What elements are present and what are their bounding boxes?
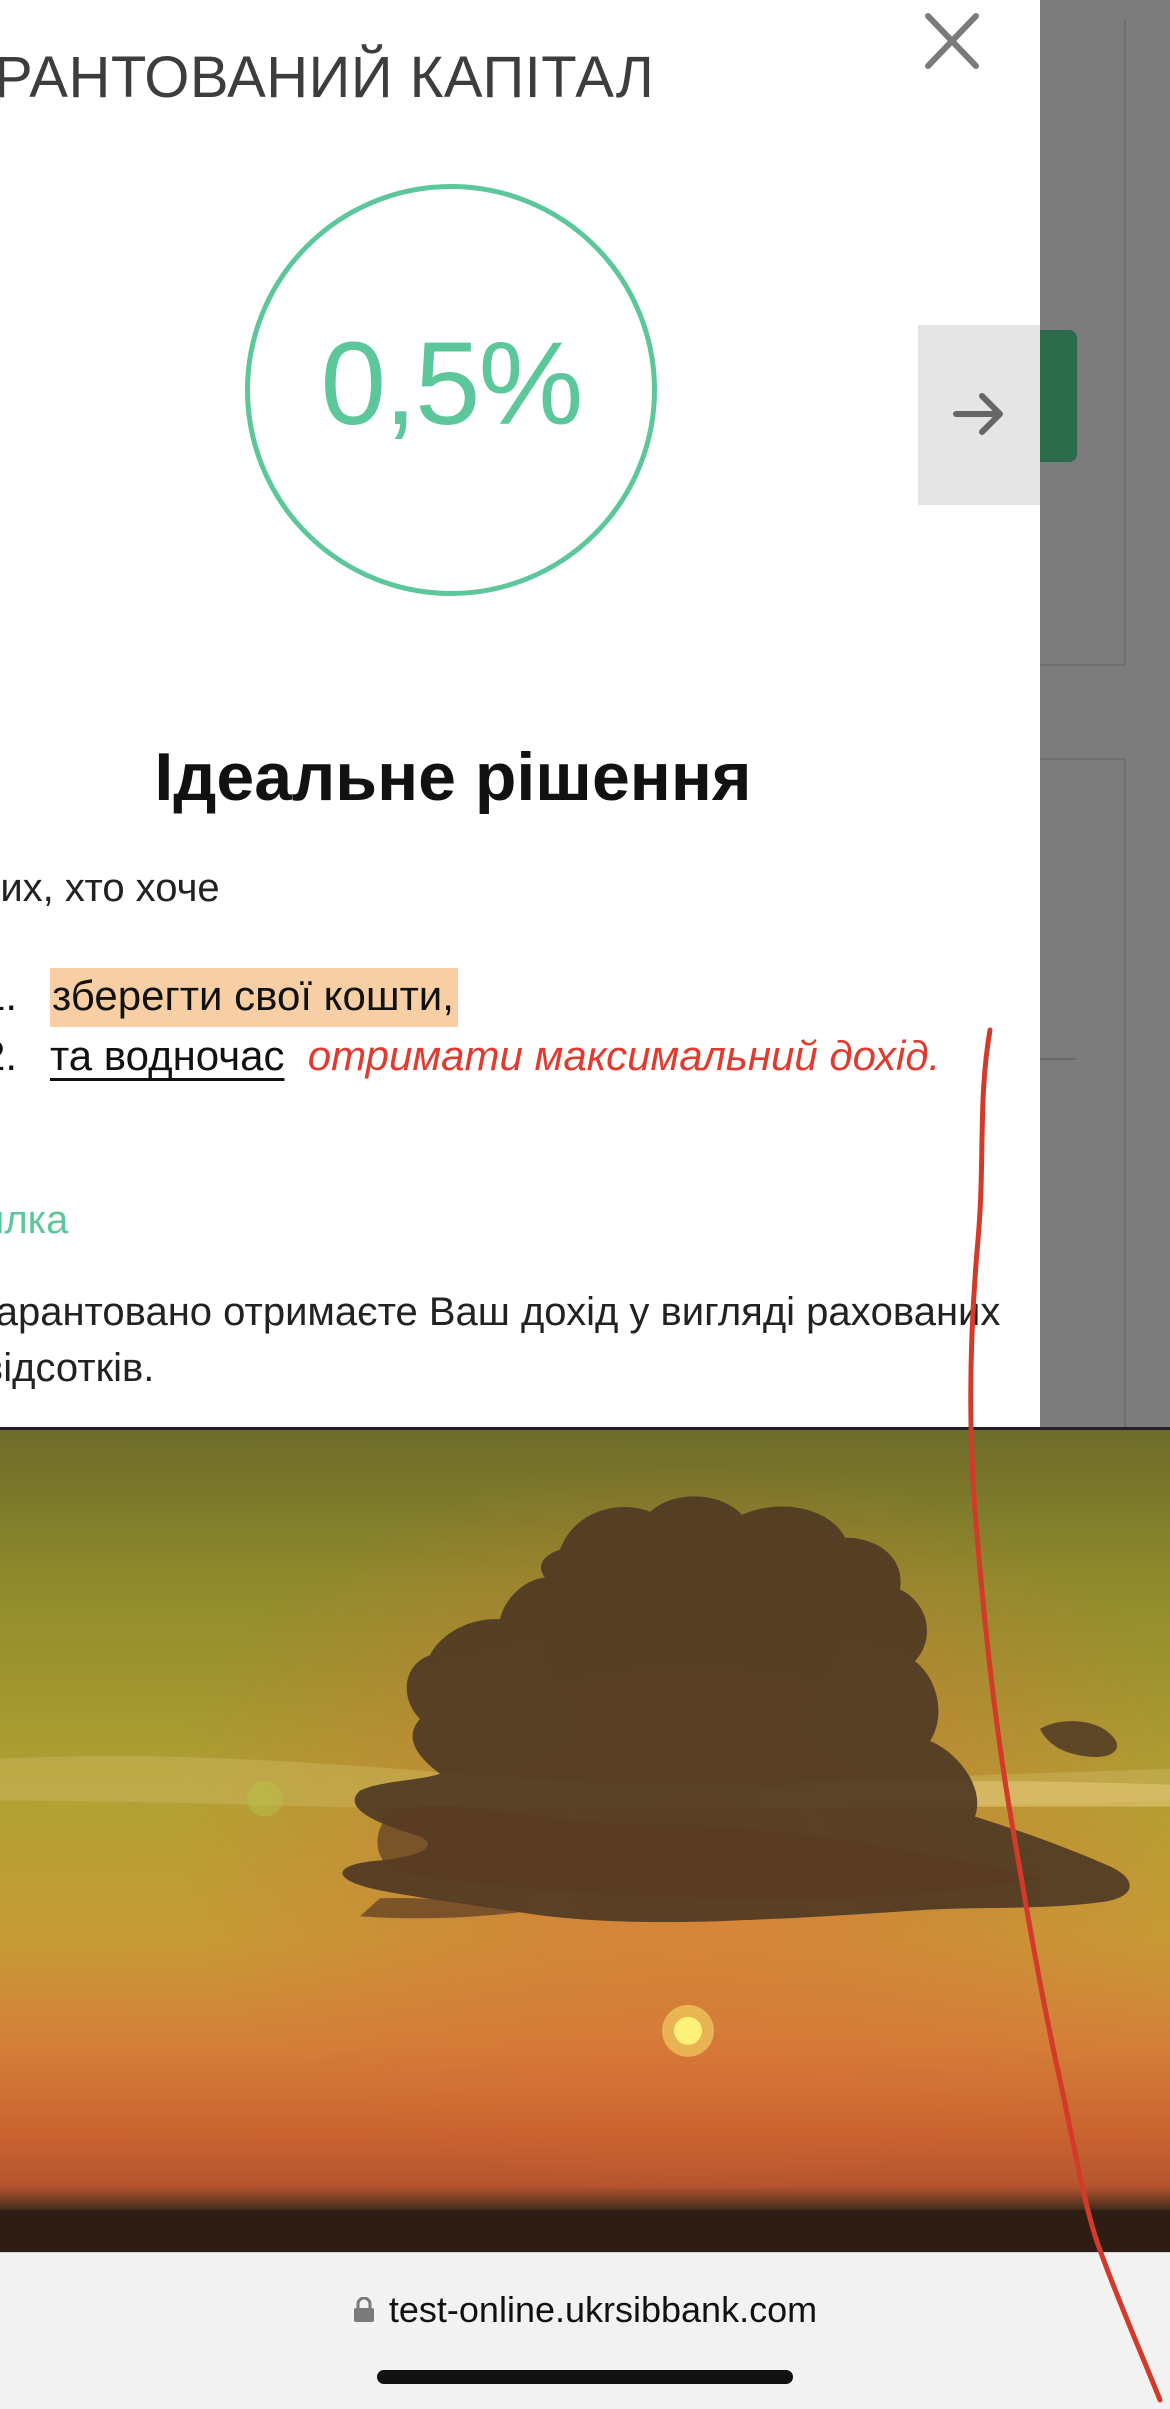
rate-circle: 0,5% bbox=[245, 184, 657, 596]
close-button[interactable] bbox=[916, 6, 988, 78]
rate-value: 0,5% bbox=[320, 318, 584, 450]
next-button[interactable] bbox=[918, 325, 1040, 505]
address-bar[interactable]: test-online.ukrsibbank.com bbox=[0, 2289, 1170, 2331]
modal-title: РАНТОВАНИЙ КАПІТАЛ bbox=[0, 45, 655, 110]
list-number: 2. bbox=[0, 1032, 18, 1079]
underlined-text: та водночас bbox=[50, 1032, 285, 1079]
arrow-right-icon bbox=[953, 393, 1003, 435]
list-number: 1. bbox=[0, 972, 18, 1019]
lock-icon bbox=[353, 2297, 374, 2322]
note-text: гарантовано отримаєте Ваш дохід у вигляд… bbox=[0, 1290, 1001, 1390]
emphasis-text: отримати максимальний дохід. bbox=[307, 1032, 941, 1079]
list-item: 1. зберегти свої кошти, bbox=[0, 966, 1040, 1027]
url-text: test-online.ukrsibbank.com bbox=[388, 2289, 818, 2330]
product-modal: РАНТОВАНИЙ КАПІТАЛ 0,5% Ідеальне рішення… bbox=[0, 0, 1040, 1427]
details-link[interactable]: илка bbox=[0, 1198, 68, 1243]
benefits-list: 1. зберегти свої кошти, 2. та водночас о… bbox=[0, 966, 1040, 1146]
list-item: 2. та водночас отримати максимальний дох… bbox=[0, 1026, 1040, 1146]
highlighted-text: зберегти свої кошти, bbox=[50, 968, 458, 1027]
sunset-painting-image bbox=[0, 1427, 1170, 2252]
background-card bbox=[1040, 758, 1126, 1429]
background-green-button bbox=[1040, 330, 1077, 462]
background-divider bbox=[1040, 1058, 1076, 1060]
close-icon bbox=[925, 13, 979, 69]
headline: Ідеальне рішення bbox=[154, 739, 752, 815]
intro-text: тих, хто хоче bbox=[0, 866, 220, 910]
home-indicator bbox=[377, 2370, 793, 2384]
browser-bottom-bar: test-online.ukrsibbank.com bbox=[0, 2252, 1170, 2409]
